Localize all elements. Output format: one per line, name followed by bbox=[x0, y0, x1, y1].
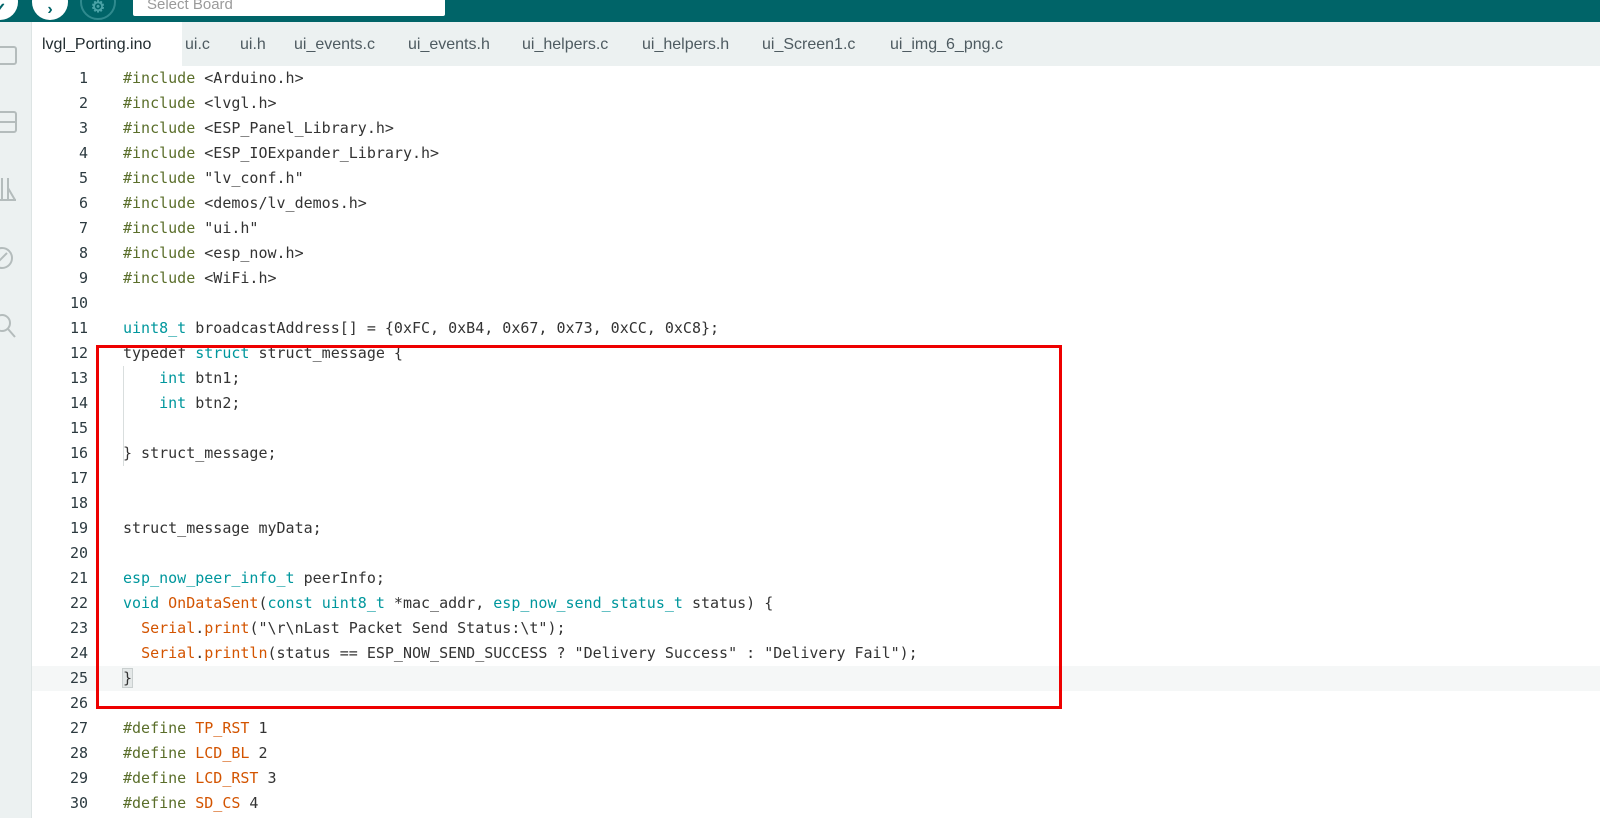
code-text: #include <Arduino.h> bbox=[123, 69, 304, 87]
code-line: 8 #include <esp_now.h> bbox=[32, 241, 1600, 266]
line-number: 29 bbox=[69, 769, 88, 787]
line-number: 22 bbox=[69, 594, 88, 612]
line-number: 23 bbox=[69, 619, 88, 637]
line-number: 18 bbox=[69, 494, 88, 512]
code-text: #define LCD_RST 3 bbox=[123, 769, 277, 787]
red-highlight-box bbox=[96, 345, 1062, 709]
tab-ui-img-6-png-c[interactable]: ui_img_6_png.c bbox=[890, 22, 1003, 66]
line-number: 28 bbox=[69, 744, 88, 762]
tab-ui-screen1-c[interactable]: ui_Screen1.c bbox=[762, 22, 855, 66]
verify-button[interactable]: ✓ bbox=[0, 0, 18, 20]
tab-ui-events-h[interactable]: ui_events.h bbox=[408, 22, 490, 66]
code-text: #include "lv_conf.h" bbox=[123, 169, 304, 187]
line-number: 10 bbox=[69, 294, 88, 312]
code-line: 28 #define LCD_BL 2 bbox=[32, 741, 1600, 766]
code-text: #include <ESP_Panel_Library.h> bbox=[123, 119, 394, 137]
code-line: 10 bbox=[32, 291, 1600, 316]
library-manager-icon[interactable] bbox=[0, 176, 20, 202]
line-number: 3 bbox=[78, 119, 88, 137]
line-number: 9 bbox=[78, 269, 88, 287]
line-number: 16 bbox=[69, 444, 88, 462]
line-number: 21 bbox=[69, 569, 88, 587]
line-number: 1 bbox=[78, 69, 88, 87]
board-selector[interactable]: Select Board bbox=[133, 0, 445, 16]
boards-manager-icon[interactable] bbox=[0, 108, 20, 134]
tab-ui-h[interactable]: ui.h bbox=[240, 22, 266, 66]
line-number: 20 bbox=[69, 544, 88, 562]
board-selector-text: Select Board bbox=[147, 0, 233, 13]
line-number: 5 bbox=[78, 169, 88, 187]
code-text: uint8_t broadcastAddress[] = {0xFC, 0xB4… bbox=[123, 319, 720, 337]
debug-icon: ⚙ bbox=[90, 0, 106, 16]
arrow-right-icon: › bbox=[47, 1, 53, 18]
line-number: 11 bbox=[69, 319, 88, 337]
debug-icon[interactable] bbox=[0, 244, 20, 270]
code-text: #define TP_RST 1 bbox=[123, 719, 268, 737]
code-text: #include <lvgl.h> bbox=[123, 94, 277, 112]
code-line: 3 #include <ESP_Panel_Library.h> bbox=[32, 116, 1600, 141]
line-number: 2 bbox=[78, 94, 88, 112]
file-tabs: lvgl_Porting.ino ui.c ui.h ui_events.c u… bbox=[32, 22, 1600, 66]
line-number: 30 bbox=[69, 794, 88, 812]
line-number: 25 bbox=[69, 669, 88, 687]
line-number: 19 bbox=[69, 519, 88, 537]
tab-ui-events-c[interactable]: ui_events.c bbox=[294, 22, 375, 66]
code-line: 29 #define LCD_RST 3 bbox=[32, 766, 1600, 791]
line-number: 4 bbox=[78, 144, 88, 162]
tab-ui-helpers-h[interactable]: ui_helpers.h bbox=[642, 22, 729, 66]
line-number: 15 bbox=[69, 419, 88, 437]
line-number: 24 bbox=[69, 644, 88, 662]
code-line: 30 #define SD_CS 4 bbox=[32, 791, 1600, 816]
line-number: 8 bbox=[78, 244, 88, 262]
tab-ui-c[interactable]: ui.c bbox=[185, 22, 210, 66]
code-line: 1 #include <Arduino.h> bbox=[32, 66, 1600, 91]
tab-ui-helpers-c[interactable]: ui_helpers.c bbox=[522, 22, 608, 66]
code-line: 5 #include "lv_conf.h" bbox=[32, 166, 1600, 191]
code-line: 2 #include <lvgl.h> bbox=[32, 91, 1600, 116]
code-text: #include <WiFi.h> bbox=[123, 269, 277, 287]
line-number: 7 bbox=[78, 219, 88, 237]
check-icon: ✓ bbox=[0, 1, 7, 18]
line-number: 14 bbox=[69, 394, 88, 412]
code-text: #include <ESP_IOExpander_Library.h> bbox=[123, 144, 440, 162]
code-text: #define SD_CS 4 bbox=[123, 794, 259, 812]
line-number: 13 bbox=[69, 369, 88, 387]
line-number: 12 bbox=[69, 344, 88, 362]
code-line: 4 #include <ESP_IOExpander_Library.h> bbox=[32, 141, 1600, 166]
code-text: #include <esp_now.h> bbox=[123, 244, 304, 262]
code-line: 7 #include "ui.h" bbox=[32, 216, 1600, 241]
code-text: #include <demos/lv_demos.h> bbox=[123, 194, 367, 212]
line-number: 26 bbox=[69, 694, 88, 712]
code-line: 27 #define TP_RST 1 bbox=[32, 716, 1600, 741]
upload-button[interactable]: › bbox=[32, 0, 68, 20]
search-icon[interactable] bbox=[0, 312, 20, 338]
code-text: #include "ui.h" bbox=[123, 219, 259, 237]
code-text: #define LCD_BL 2 bbox=[123, 744, 268, 762]
folder-icon[interactable] bbox=[0, 42, 20, 68]
top-toolbar: ✓ › ⚙ Select Board bbox=[0, 0, 1600, 22]
line-number: 17 bbox=[69, 469, 88, 487]
line-number: 6 bbox=[78, 194, 88, 212]
code-line: 6 #include <demos/lv_demos.h> bbox=[32, 191, 1600, 216]
debug-button[interactable]: ⚙ bbox=[80, 0, 116, 20]
left-sidebar bbox=[0, 22, 32, 818]
line-number: 27 bbox=[69, 719, 88, 737]
code-line: 11 uint8_t broadcastAddress[] = {0xFC, 0x… bbox=[32, 316, 1600, 341]
code-line: 9 #include <WiFi.h> bbox=[32, 266, 1600, 291]
tab-lvgl-porting-ino[interactable]: lvgl_Porting.ino bbox=[32, 22, 182, 66]
